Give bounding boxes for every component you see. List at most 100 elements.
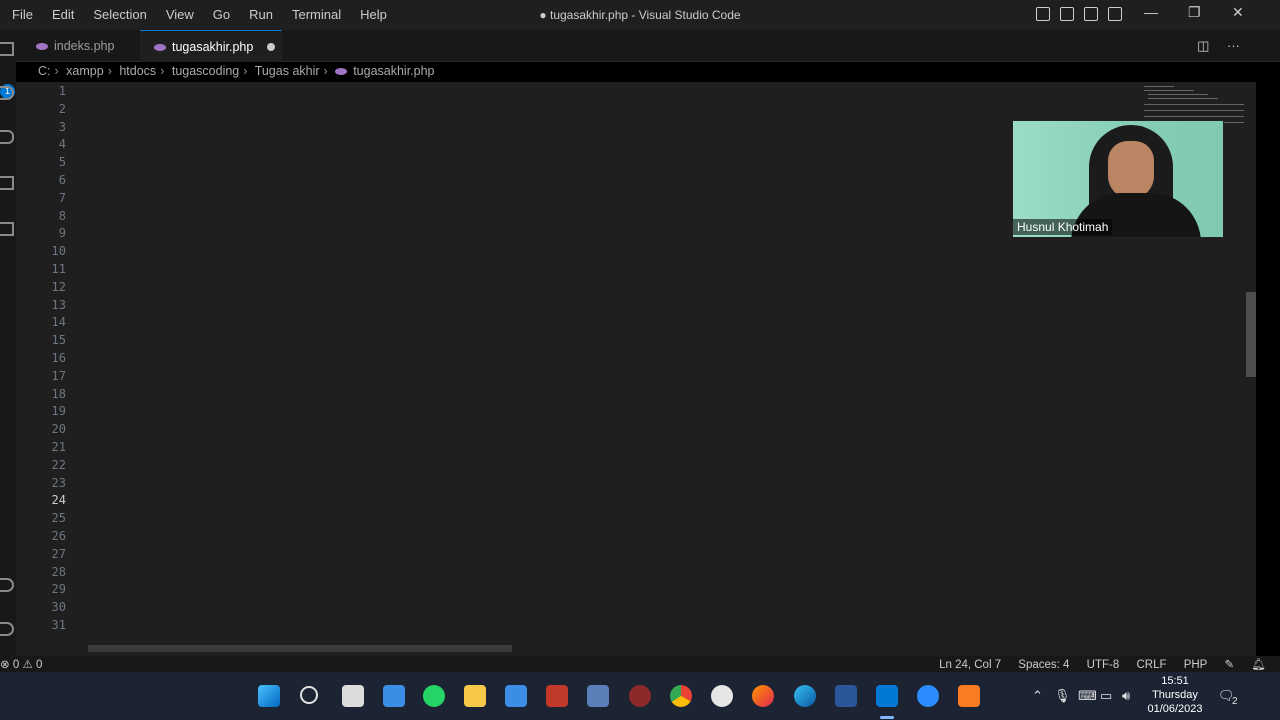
battery-icon[interactable]: ▭ (1100, 688, 1112, 704)
source-control-icon[interactable] (0, 130, 14, 144)
whatsapp-icon[interactable] (423, 685, 445, 707)
notification-count: 2 (1232, 696, 1238, 707)
tab-label: indeks.php (54, 39, 115, 53)
search-icon[interactable] (300, 686, 318, 704)
php-file-icon (154, 44, 166, 52)
encoding[interactable]: UTF-8 (1087, 659, 1120, 671)
warnings-count: ⚠ 0 (22, 659, 43, 671)
line-number: 7 (58, 190, 66, 205)
activity-bar: 1 (0, 30, 16, 656)
line-number: 28 (51, 564, 66, 579)
line-number: 8 (58, 208, 66, 223)
line-number: 12 (51, 279, 66, 294)
obs-icon[interactable] (711, 685, 733, 707)
breadcrumb: C: › xampp › htdocs › tugascoding › Tugas ak… (38, 64, 435, 82)
microphone-icon[interactable]: 🎙︎ (1054, 688, 1071, 704)
line-number: 11 (51, 262, 66, 276)
extensions-icon[interactable] (0, 222, 14, 236)
clock-date: 01/06/2023 (1147, 703, 1203, 715)
language-mode[interactable]: PHP (1184, 659, 1208, 671)
volume-icon[interactable]: 🔊︎ (1122, 688, 1130, 704)
feedback-icon[interactable]: ✎ (1225, 659, 1235, 671)
line-number: 18 (51, 386, 66, 401)
tab-label: tugasakhir.php (172, 40, 254, 54)
keyboard-icon[interactable]: ⌨ (1078, 688, 1097, 704)
line-number: 23 (51, 475, 66, 490)
vertical-scrollbar[interactable] (1246, 292, 1256, 377)
line-number: 26 (51, 529, 66, 543)
vscode-icon[interactable] (876, 685, 898, 707)
end-of-line[interactable]: CRLF (1136, 659, 1166, 671)
windows-taskbar: ⌃ 🎙︎ ⌨ ▭ 🔊︎ 15:51 Thursday 01/06/2023 🗨︎… (0, 672, 1280, 720)
line-number: 1 (58, 84, 66, 98)
status-right: Ln 24, Col 7 Spaces: 4 UTF-8 CRLF PHP ✎ … (939, 657, 1280, 671)
line-number: 13 (51, 297, 66, 312)
toggle-secondary-sidebar-icon[interactable] (1084, 7, 1098, 21)
media-player-icon[interactable] (629, 685, 651, 707)
zoom-icon[interactable] (917, 685, 939, 707)
breadcrumb-item[interactable]: tugascoding (172, 64, 239, 78)
xampp-icon[interactable] (958, 685, 980, 707)
indentation[interactable]: Spaces: 4 (1018, 659, 1069, 671)
chevron-right-icon: › (107, 64, 112, 78)
horizontal-scrollbar[interactable] (88, 645, 512, 652)
microsoft-store-icon[interactable] (505, 685, 527, 707)
line-number: 4 (58, 137, 66, 152)
file-explorer-icon[interactable] (464, 685, 486, 707)
explorer-icon[interactable] (0, 42, 14, 56)
system-clock[interactable]: 15:51 Thursday 01/06/2023 (1140, 674, 1210, 716)
windows-start-icon[interactable] (258, 685, 280, 707)
firefox-icon[interactable] (752, 685, 774, 707)
search-icon[interactable] (0, 86, 14, 100)
webcam-name-label: Husnul Khotimah (1013, 219, 1113, 235)
word-icon[interactable] (835, 685, 857, 707)
restore-button[interactable]: ❐ (1188, 4, 1201, 21)
line-number: 21 (51, 440, 66, 454)
close-button[interactable]: ✕ (1232, 4, 1244, 21)
status-bar: ⊗ 0 ⚠ 0 Ln 24, Col 7 Spaces: 4 UTF-8 CRL… (0, 656, 1280, 672)
widgets-icon[interactable] (383, 685, 405, 707)
cursor-position[interactable]: Ln 24, Col 7 (939, 659, 1001, 671)
toggle-sidebar-icon[interactable] (1036, 7, 1050, 21)
minimize-button[interactable]: — (1144, 4, 1158, 20)
notifications-bell-icon[interactable]: 🔔︎ (1251, 659, 1266, 671)
clock-time: 15:51 (1161, 675, 1189, 687)
line-number: 22 (51, 457, 66, 472)
clock-day: Thursday (1152, 689, 1198, 701)
task-view-icon[interactable] (342, 685, 364, 707)
breadcrumb-item[interactable]: C: (38, 64, 51, 78)
line-number: 10 (51, 244, 66, 259)
line-number: 29 (51, 582, 66, 597)
settings-gear-icon[interactable] (0, 622, 14, 636)
more-actions-icon[interactable]: ··· (1227, 38, 1240, 53)
breadcrumb-item[interactable]: tugasakhir.php (353, 64, 434, 78)
breadcrumb-item[interactable]: xampp (66, 64, 104, 78)
unsaved-dot-icon[interactable] (267, 43, 275, 51)
problems-indicator[interactable]: ⊗ 0 ⚠ 0 (0, 657, 42, 671)
line-number: 25 (51, 511, 66, 526)
access-icon[interactable] (546, 685, 568, 707)
split-editor-icon[interactable]: ◫ (1197, 38, 1209, 53)
tab-tugasakhir-php[interactable]: tugasakhir.php (140, 30, 282, 62)
chevron-right-icon: › (160, 64, 165, 78)
errors-count: ⊗ 0 (0, 659, 20, 671)
chrome-icon[interactable] (670, 685, 692, 707)
php-file-icon (36, 43, 48, 51)
run-debug-icon[interactable] (0, 176, 14, 190)
line-number: 24 (51, 493, 66, 508)
editor-tabs: indeks.php tugasakhir.php ◫ ··· (16, 30, 1280, 62)
line-number: 16 (51, 351, 66, 365)
account-icon[interactable] (0, 578, 14, 592)
line-number: 20 (51, 422, 66, 437)
remote-desktop-icon[interactable] (587, 685, 609, 707)
customize-layout-icon[interactable] (1108, 7, 1122, 21)
breadcrumb-item[interactable]: Tugas akhir (255, 64, 320, 78)
show-hidden-icons-chevron-icon[interactable]: ⌃ (1032, 688, 1043, 704)
edge-icon[interactable] (794, 685, 816, 707)
chevron-right-icon: › (54, 64, 59, 78)
line-number: 6 (58, 173, 66, 187)
active-app-indicator (880, 716, 894, 719)
breadcrumb-item[interactable]: htdocs (119, 64, 156, 78)
tab-indeks-php[interactable]: indeks.php (16, 30, 140, 62)
toggle-panel-icon[interactable] (1060, 7, 1074, 21)
